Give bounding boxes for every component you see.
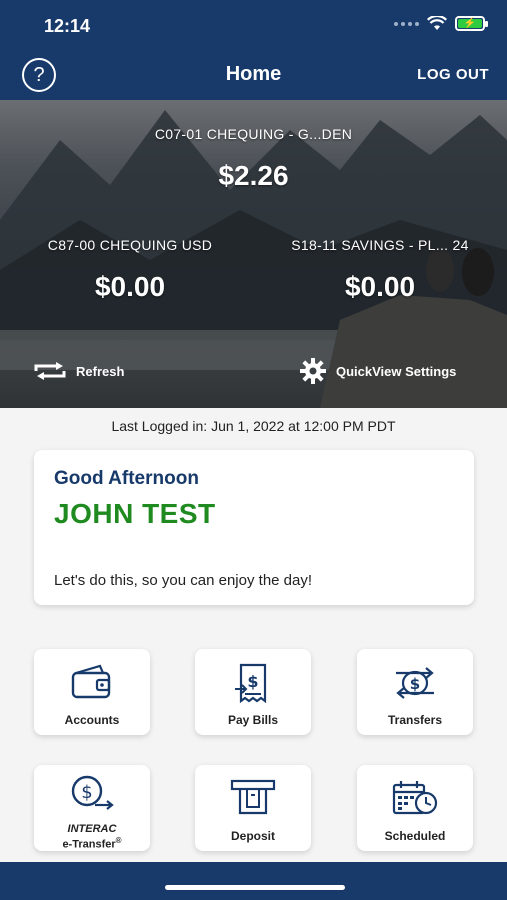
primary-account-balance: $2.26 — [218, 160, 289, 191]
svg-text:$: $ — [247, 672, 258, 691]
status-bar: 12:14 ⚡ — [0, 0, 507, 46]
pay-bills-tile[interactable]: $ Pay Bills — [195, 649, 311, 735]
etransfer-tile-label: INTERAC e-Transfer® — [34, 823, 150, 851]
home-indicator[interactable] — [165, 885, 345, 890]
right-account-name: S18-11 SAVINGS - PL... 24 — [291, 237, 469, 253]
quickview-settings-button[interactable]: QuickView Settings — [300, 358, 456, 384]
left-account-name: C87-00 CHEQUING USD — [47, 237, 213, 253]
refresh-icon — [34, 362, 66, 380]
accounts-tile[interactable]: Accounts — [34, 649, 150, 735]
status-icons: ⚡ — [394, 16, 488, 31]
scheduled-tile[interactable]: Scheduled — [357, 765, 473, 851]
refresh-label: Refresh — [76, 363, 125, 379]
svg-text:$: $ — [410, 675, 420, 693]
etransfer-icon: $ — [71, 775, 114, 810]
wifi-icon — [427, 16, 447, 30]
bill-icon: $ — [235, 663, 267, 703]
quickview-settings-label: QuickView Settings — [336, 363, 457, 379]
registered-mark: ® — [115, 836, 122, 845]
signal-icon — [394, 21, 419, 26]
transfers-tile-label: Transfers — [387, 713, 443, 727]
nav-bar: ? Home LOG OUT — [0, 46, 507, 100]
greeting-card: Good Afternoon JOHN TEST Let's do this, … — [34, 450, 474, 605]
calendar-clock-icon — [392, 781, 438, 815]
atm-icon — [230, 779, 276, 815]
left-account-balance: $0.00 — [94, 271, 166, 302]
left-account[interactable]: C87-00 CHEQUING USD $0.00 — [20, 237, 240, 303]
deposit-tile[interactable]: Deposit — [195, 765, 311, 851]
scheduled-tile-label: Scheduled — [384, 829, 446, 843]
greeting-salutation: Good Afternoon — [54, 468, 199, 489]
greeting-message: Let's do this, so you can enjoy the day! — [54, 572, 313, 589]
transfers-tile[interactable]: $ Transfers — [357, 649, 473, 735]
refresh-button[interactable]: Refresh — [34, 362, 124, 380]
right-account[interactable]: S18-11 SAVINGS - PL... 24 $0.00 — [270, 237, 490, 303]
status-time: 12:14 — [44, 16, 91, 36]
etransfer-label-line1: INTERAC — [67, 823, 117, 835]
right-account-balance: $0.00 — [344, 271, 416, 302]
battery-icon: ⚡ — [455, 16, 488, 31]
etransfer-tile[interactable]: $ INTERAC e-Transfer® — [34, 765, 150, 851]
primary-account[interactable]: C07-01 CHEQUING - G...DEN $2.26 — [0, 126, 507, 192]
wallet-icon — [71, 664, 111, 699]
greeting-user-name: JOHN TEST — [54, 498, 216, 529]
bottom-bar — [0, 862, 507, 900]
etransfer-label-line2: e-Transfer — [62, 838, 116, 851]
gear-icon — [300, 358, 326, 384]
accounts-tile-label: Accounts — [64, 713, 120, 727]
transfer-icon: $ — [396, 667, 434, 699]
pay-bills-tile-label: Pay Bills — [227, 713, 279, 727]
account-quickview-panel: C07-01 CHEQUING - G...DEN $2.26 C87-00 C… — [0, 100, 507, 408]
last-login-text: Last Logged in: Jun 1, 2022 at 12:00 PM … — [111, 418, 396, 434]
primary-account-name: C07-01 CHEQUING - G...DEN — [154, 126, 353, 142]
deposit-tile-label: Deposit — [230, 829, 275, 843]
logout-button[interactable]: LOG OUT — [417, 66, 489, 83]
svg-text:$: $ — [81, 782, 92, 803]
